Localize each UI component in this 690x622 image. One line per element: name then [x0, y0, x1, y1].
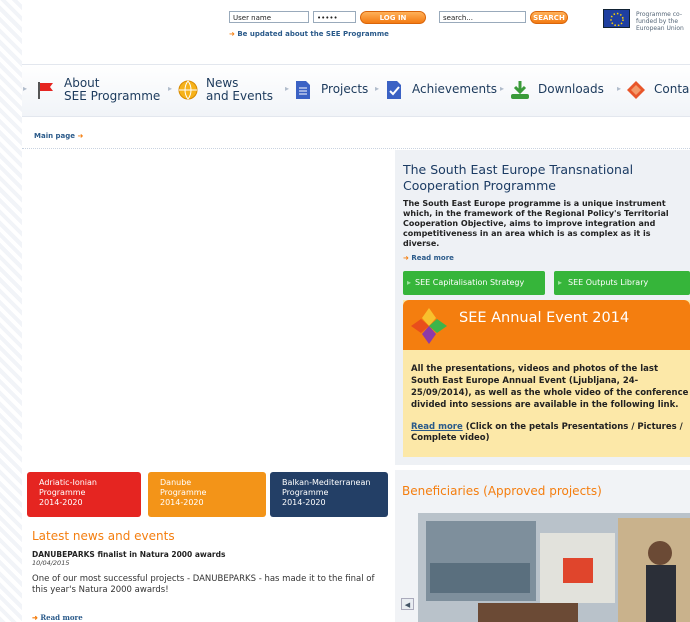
arrow-icon: ▸ [407, 278, 412, 287]
nav-separator-icon: ▸ [168, 84, 173, 93]
nav-item-projects[interactable]: Projects [292, 64, 368, 115]
contact-icon [627, 80, 645, 99]
beneficiary-photo[interactable] [418, 513, 690, 622]
arrow-icon: ▸ [558, 278, 563, 287]
download-icon [511, 80, 529, 99]
nav-item-downloads[interactable]: Downloads [509, 64, 604, 115]
balkan-mediterranean-button[interactable]: Balkan-Mediterranean Programme 2014-2020 [270, 472, 388, 517]
side-pattern [0, 0, 22, 622]
outputs-library-button[interactable]: ▸ SEE Outputs Library [554, 271, 690, 295]
password-field[interactable]: ••••• [313, 11, 356, 23]
login-button[interactable]: LOG IN [360, 11, 426, 24]
info-title: The South East Europe Transnational Coop… [403, 162, 634, 193]
annual-event-body: All the presentations, videos and photos… [411, 364, 689, 410]
petals-logo-icon[interactable] [408, 305, 450, 347]
nav-separator-icon: ▸ [617, 84, 622, 93]
news-headline[interactable]: DANUBEPARKS finalist in Natura 2000 awar… [32, 550, 225, 559]
annual-event-read-more-link[interactable]: Read more [411, 422, 463, 432]
eu-flag-icon [603, 9, 630, 28]
nav-item-achievements[interactable]: Achievements [383, 64, 497, 115]
annual-event-link-text: Read more (Click on the petals Presentat… [411, 422, 683, 443]
checkmark-icon [387, 80, 401, 99]
nav-separator-icon: ▸ [375, 84, 380, 93]
capitalisation-strategy-button[interactable]: ▸ SEE Capitalisation Strategy [403, 271, 545, 295]
info-body: The South East Europe programme is a uni… [403, 199, 669, 248]
beneficiaries-title: Beneficiaries (Approved projects) [402, 484, 602, 498]
nav-item-news[interactable]: News and Events [177, 64, 273, 115]
info-read-more-link[interactable]: ➜ Read more [403, 254, 454, 262]
breadcrumb-arrow-icon: ➜ [75, 132, 84, 140]
nav-item-contact[interactable]: Contac [625, 64, 690, 115]
update-link[interactable]: ➜ Be updated about the SEE Programme [229, 30, 389, 38]
nav-separator-icon: ▸ [285, 84, 290, 93]
eu-notice: Programme co-funded by the European Unio… [636, 11, 684, 32]
nav-separator-icon: ▸ [500, 84, 505, 93]
danube-button[interactable]: Danube Programme 2014-2020 [148, 472, 266, 517]
nav-item-about[interactable]: About SEE Programme [35, 64, 160, 115]
globe-icon [178, 80, 198, 99]
latest-news-title: Latest news and events [32, 529, 175, 543]
arrow-left-icon: ◀ [404, 601, 411, 609]
breadcrumb[interactable]: Main page ➜ [34, 132, 83, 140]
username-field[interactable]: User name [229, 11, 309, 23]
carousel-prev-button[interactable]: ◀ [401, 598, 414, 610]
divider [22, 148, 690, 149]
adriatic-ionian-button[interactable]: Adriatic-Ionian Programme 2014-2020 [27, 472, 141, 517]
search-input[interactable]: search... [439, 11, 526, 23]
annual-event-title: SEE Annual Event 2014 [459, 310, 630, 326]
document-icon [296, 80, 310, 99]
news-date: 10/04/2015 [32, 559, 70, 567]
search-button[interactable]: SEARCH [530, 11, 568, 24]
news-read-more-link[interactable]: ➜ Read more [32, 613, 83, 622]
flag-icon [38, 81, 53, 99]
nav-separator-icon: ▸ [23, 84, 28, 93]
news-body: One of our most successful projects - DA… [32, 574, 375, 595]
